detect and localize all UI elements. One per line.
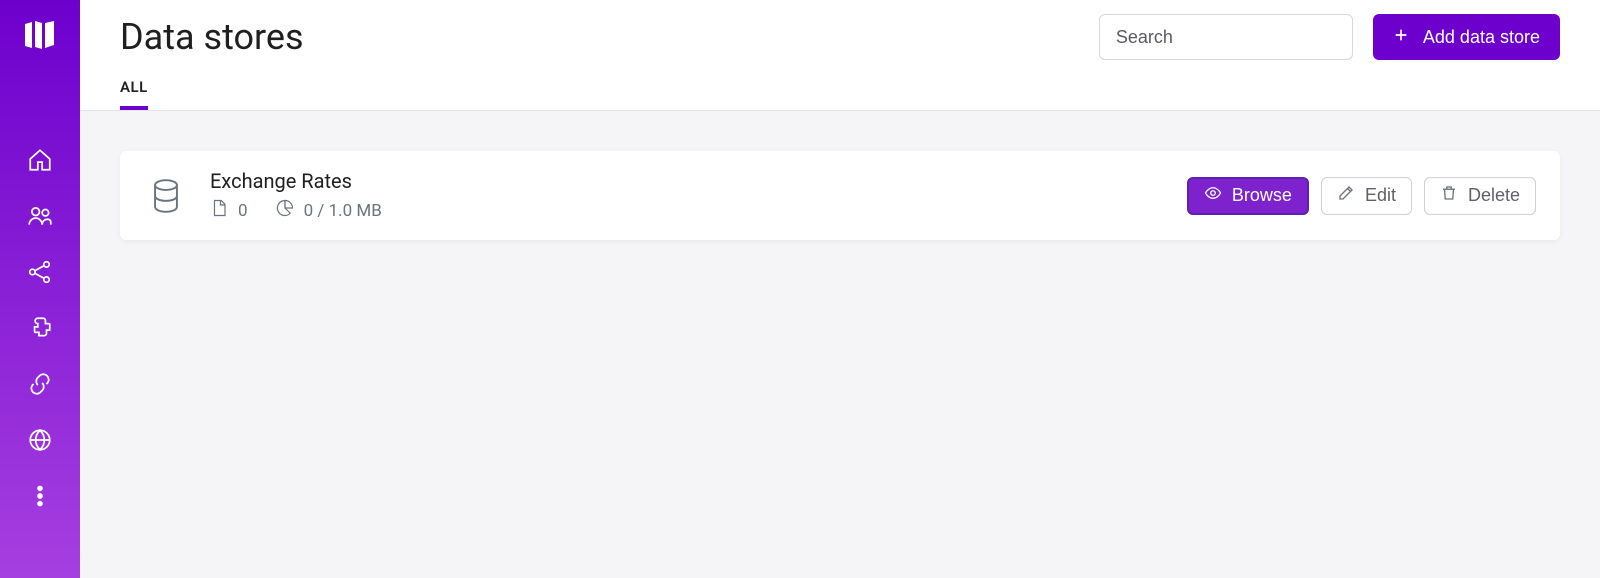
topbar-actions: Add data store [1099, 14, 1560, 60]
eye-icon [1204, 184, 1222, 207]
record-count: 0 [210, 199, 248, 222]
edit-button[interactable]: Edit [1321, 177, 1412, 215]
store-name: Exchange Rates [210, 169, 1187, 193]
page-title: Data stores [120, 16, 304, 58]
sidebar-item-apps[interactable] [26, 314, 54, 342]
tab-all[interactable]: ALL [120, 78, 148, 110]
edit-label: Edit [1365, 185, 1396, 206]
sidebar-item-webhooks[interactable] [26, 370, 54, 398]
main: Data stores Add data store ALL Exchange [80, 0, 1600, 578]
plus-icon [1393, 27, 1409, 48]
delete-label: Delete [1468, 185, 1520, 206]
logo[interactable] [23, 18, 57, 56]
usage: 0 / 1.0 MB [276, 199, 382, 222]
data-store-row: Exchange Rates 0 0 / 1.0 MB [120, 151, 1560, 240]
tabs: ALL [120, 78, 1560, 110]
edit-icon [1337, 184, 1355, 207]
store-actions: Browse Edit Delete [1187, 177, 1536, 215]
add-data-store-label: Add data store [1423, 27, 1540, 48]
usage-value: 0 / 1.0 MB [304, 201, 382, 221]
sidebar-item-globe[interactable] [26, 426, 54, 454]
browse-button[interactable]: Browse [1187, 177, 1309, 215]
delete-button[interactable]: Delete [1424, 177, 1536, 215]
browse-label: Browse [1232, 185, 1292, 206]
sidebar [0, 0, 80, 578]
sidebar-item-more[interactable] [26, 482, 54, 510]
database-icon [144, 179, 188, 213]
sidebar-item-share[interactable] [26, 258, 54, 286]
content: Exchange Rates 0 0 / 1.0 MB [80, 111, 1600, 578]
add-data-store-button[interactable]: Add data store [1373, 14, 1560, 60]
record-count-value: 0 [238, 201, 248, 221]
sidebar-item-home[interactable] [26, 146, 54, 174]
store-info: Exchange Rates 0 0 / 1.0 MB [210, 169, 1187, 222]
sidebar-item-team[interactable] [26, 202, 54, 230]
topbar: Data stores Add data store ALL [80, 0, 1600, 110]
search-input[interactable] [1099, 14, 1353, 60]
store-meta: 0 0 / 1.0 MB [210, 199, 1187, 222]
pie-chart-icon [276, 199, 294, 222]
file-icon [210, 199, 228, 222]
trash-icon [1440, 184, 1458, 207]
